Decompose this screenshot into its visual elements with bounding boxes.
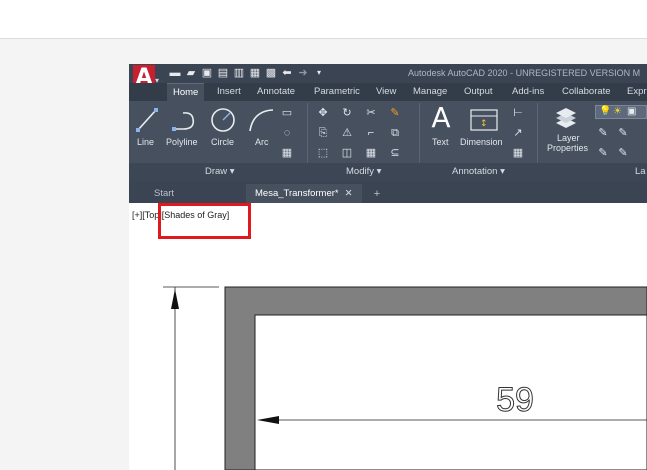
file-tab-bar: Start Mesa_Transformer* ✕ + xyxy=(129,181,647,203)
layer-tool-icon[interactable]: ✎ xyxy=(617,127,629,139)
file-tab-start[interactable]: Start xyxy=(154,184,174,203)
hatch-icon[interactable]: ◌ xyxy=(281,127,293,139)
stretch-icon[interactable]: ⬚ xyxy=(317,147,329,159)
workspace-menu-icon[interactable]: ▾ xyxy=(313,67,325,79)
new-tab-icon[interactable]: + xyxy=(369,187,385,201)
layer-properties-label-line2[interactable]: Properties xyxy=(547,143,588,153)
table-icon[interactable]: ▦ xyxy=(512,147,524,159)
screenshot-page: ▬ ▰ ▣ ▤ ▥ ▦ ▩ ⬅ ➜ ▾ Autodesk AutoCAD 202… xyxy=(0,0,647,470)
plot-icon[interactable]: ▥ xyxy=(233,67,245,79)
tab-manage[interactable]: Manage xyxy=(413,83,447,101)
copy-icon[interactable]: ⎘ xyxy=(317,127,329,139)
tab-express[interactable]: Expr xyxy=(627,83,647,101)
text-icon[interactable]: A xyxy=(429,103,453,133)
trim-icon[interactable]: ✂ xyxy=(365,107,377,119)
tab-insert[interactable]: Insert xyxy=(217,83,241,101)
circle-tool-label[interactable]: Circle xyxy=(211,137,234,147)
file-tab-current[interactable]: Mesa_Transformer* ✕ xyxy=(246,184,362,203)
tab-home[interactable]: Home xyxy=(167,83,205,101)
window-title: Autodesk AutoCAD 2020 - UNREGISTERED VER… xyxy=(408,68,641,78)
part-inner-cutout xyxy=(254,314,647,470)
title-bar: ▬ ▰ ▣ ▤ ▥ ▦ ▩ ⬅ ➜ ▾ Autodesk AutoCAD 202… xyxy=(129,64,647,83)
polyline-tool-label[interactable]: Polyline xyxy=(166,137,198,147)
layer-dropdown[interactable]: 💡 ☀ ▣ xyxy=(595,105,647,119)
rectangle-icon[interactable]: ▭ xyxy=(281,107,293,119)
move-icon[interactable]: ✥ xyxy=(317,107,329,119)
line-tool-label[interactable]: Line xyxy=(137,137,154,147)
redo-icon[interactable]: ➜ xyxy=(297,67,309,79)
quick-access-toolbar: ▬ ▰ ▣ ▤ ▥ ▦ ▩ ⬅ ➜ ▾ xyxy=(169,67,325,79)
polyline-icon[interactable] xyxy=(171,107,199,133)
tab-view[interactable]: View xyxy=(376,83,396,101)
offset-icon[interactable]: ⊆ xyxy=(389,147,401,159)
autocad-window: ▬ ▰ ▣ ▤ ▥ ▦ ▩ ⬅ ➜ ▾ Autodesk AutoCAD 202… xyxy=(129,64,647,470)
modify-panel-title[interactable]: Modify ▾ xyxy=(346,164,381,180)
undo-icon[interactable]: ⬅ xyxy=(281,67,293,79)
array-icon[interactable]: ▦ xyxy=(365,147,377,159)
table-grid-icon[interactable]: ▦ xyxy=(281,147,293,159)
publish-icon[interactable]: ▦ xyxy=(249,67,261,79)
dimension-tool-label[interactable]: Dimension xyxy=(460,137,503,147)
leader-icon[interactable]: ↗ xyxy=(512,127,524,139)
annotation-panel-title[interactable]: Annotation ▾ xyxy=(452,164,505,180)
layer-properties-icon[interactable] xyxy=(553,107,579,131)
layer-tool-icon[interactable]: ✎ xyxy=(597,147,609,159)
layer-properties-label-line1[interactable]: Layer xyxy=(557,133,580,143)
print-icon[interactable]: ▩ xyxy=(265,67,277,79)
layers-panel-title[interactable]: La xyxy=(635,164,646,180)
ribbon-tab-bar: Home Insert Annotate Parametric View Man… xyxy=(129,83,647,101)
dimension-icon[interactable]: ↕ xyxy=(468,107,500,133)
tab-output[interactable]: Output xyxy=(464,83,493,101)
fillet-icon[interactable]: ⌐ xyxy=(365,127,377,139)
line-icon[interactable] xyxy=(135,107,159,133)
draw-panel-title[interactable]: Draw ▾ xyxy=(205,164,235,180)
tab-parametric[interactable]: Parametric xyxy=(314,83,360,101)
ribbon-body: Line Polyline Circle Arc ▭ ◌ ▦ ✥ ↻ ✂ ✎ ⎘… xyxy=(129,101,647,179)
layer-tool-icon[interactable]: ✎ xyxy=(617,147,629,159)
highlight-annotation-box xyxy=(158,203,251,239)
tab-collaborate[interactable]: Collaborate xyxy=(562,83,611,101)
mirror-icon[interactable]: ⚠ xyxy=(341,127,353,139)
erase-icon[interactable]: ✎ xyxy=(389,107,401,119)
drawing-canvas[interactable]: 59 xyxy=(129,203,647,470)
circle-icon[interactable] xyxy=(209,106,237,134)
save-as-icon[interactable]: ▤ xyxy=(217,67,229,79)
scale-icon[interactable]: ◫ xyxy=(341,147,353,159)
dimension-value: 59 xyxy=(496,381,534,419)
rotate-icon[interactable]: ↻ xyxy=(341,107,353,119)
linear-dimension-icon[interactable]: ⊢ xyxy=(512,107,524,119)
text-tool-label[interactable]: Text xyxy=(432,137,449,147)
dimension-arrow-up-icon xyxy=(171,289,179,309)
svg-text:↕: ↕ xyxy=(480,119,488,129)
open-icon[interactable]: ▰ xyxy=(185,67,197,79)
arc-tool-label[interactable]: Arc xyxy=(255,137,269,147)
close-icon[interactable]: ✕ xyxy=(345,188,353,199)
arc-icon[interactable] xyxy=(247,107,275,133)
tab-add-ins[interactable]: Add-ins xyxy=(512,83,544,101)
drawing-viewport[interactable]: 59 [+][Top][Shades of Gray] xyxy=(129,203,647,470)
lightbulb-icon: 💡 xyxy=(599,106,612,117)
new-icon[interactable]: ▬ xyxy=(169,67,181,79)
explode-icon[interactable]: ⧉ xyxy=(389,127,401,139)
layer-tool-icon[interactable]: ✎ xyxy=(597,127,609,139)
save-icon[interactable]: ▣ xyxy=(201,67,213,79)
lock-icon: ▣ xyxy=(627,106,637,117)
file-tab-label: Mesa_Transformer* xyxy=(255,188,339,199)
sun-icon: ☀ xyxy=(613,106,622,117)
tab-annotate[interactable]: Annotate xyxy=(257,83,295,101)
ribbon: Line Polyline Circle Arc ▭ ◌ ▦ ✥ ↻ ✂ ✎ ⎘… xyxy=(129,101,647,181)
